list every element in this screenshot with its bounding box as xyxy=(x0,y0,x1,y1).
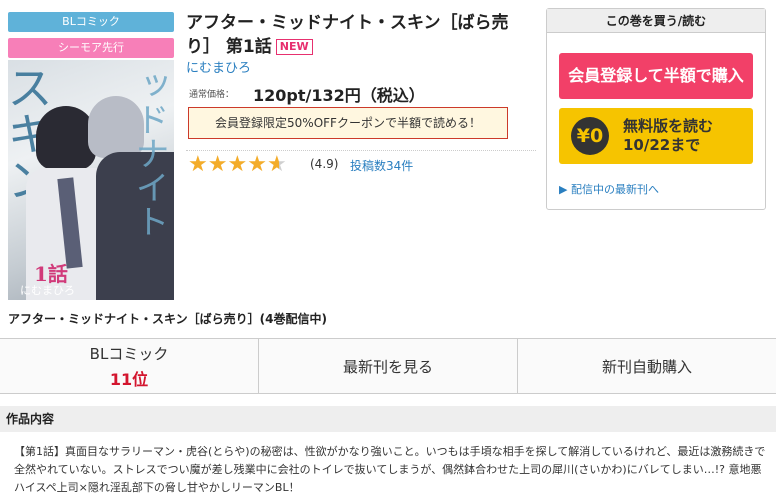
coupon-banner[interactable]: 会員登録限定50%OFFクーポンで半額で読める！ xyxy=(188,107,508,139)
product-title: アフター・ミッドナイト・スキン［ばら売り］ 第1話 NEW xyxy=(186,11,536,59)
latest-label: 最新刊を見る xyxy=(342,357,433,376)
price-label: 通常価格： xyxy=(189,90,235,100)
rating-value: (4.9) xyxy=(310,157,339,171)
action-tabs: BLコミック 11位 最新刊を見る 新刊自動購入 xyxy=(0,338,776,394)
star-half-icon: ★ xyxy=(266,152,287,177)
tab-latest[interactable]: 最新刊を見る xyxy=(259,339,518,393)
category-tag[interactable]: BLコミック xyxy=(8,12,174,32)
price-value: 120pt/132円（税込） xyxy=(253,86,425,105)
cover-image[interactable]: スキン アフター・ミッドナイト 1話 にむまひろ xyxy=(8,60,174,300)
ranking-value: 11位 xyxy=(109,369,149,389)
product-title-text: アフター・ミッドナイト・スキン［ばら売り］ 第1話 xyxy=(186,13,509,57)
summary-text: 【第1話】真面目なサラリーマン・虎谷(とらや)の秘密は、性欲がかなり強いこと。い… xyxy=(14,445,766,494)
rating-stars: ★ ★ ★ ★ ★ xyxy=(188,153,300,177)
divider xyxy=(186,150,536,151)
purchase-box-header: この巻を買う/読む xyxy=(547,9,765,33)
star-icon: ★ xyxy=(227,152,248,177)
latest-volume-link[interactable]: ▶ 配信中の最新刊へ xyxy=(559,181,659,197)
star-icon: ★ xyxy=(188,152,208,177)
read-free-label: 無料版を読む xyxy=(623,117,714,135)
read-free-button[interactable]: ¥0 無料版を読む 10/22まで xyxy=(559,108,753,164)
new-badge: NEW xyxy=(275,39,313,55)
register-buy-button[interactable]: 会員登録して半額で購入 xyxy=(559,53,753,99)
tab-auto-buy[interactable]: 新刊自動購入 xyxy=(518,339,776,393)
cover-author: にむまひろ xyxy=(20,284,75,297)
tab-ranking[interactable]: BLコミック 11位 xyxy=(0,339,259,393)
auto-buy-label: 新刊自動購入 xyxy=(601,357,692,376)
series-title[interactable]: アフター・ミッドナイト・スキン［ばら売り］(4巻配信中) xyxy=(8,310,327,327)
cover-figure-dark-hair xyxy=(36,106,96,170)
ranking-category: BLコミック xyxy=(89,344,169,363)
star-icon: ★ xyxy=(247,152,267,177)
yen-zero-icon: ¥0 xyxy=(571,117,609,155)
star-icon: ★ xyxy=(207,152,228,177)
campaign-tag: シーモア先行 xyxy=(8,38,174,58)
read-free-deadline: 10/22まで xyxy=(623,136,701,154)
cover-title-art-vertical: アフター・ミッドナイト xyxy=(129,68,169,238)
reviews-link[interactable]: 投稿数34件 xyxy=(350,157,413,174)
purchase-box: この巻を買う/読む 会員登録して半額で購入 ¥0 無料版を読む 10/22まで … xyxy=(546,8,766,210)
summary-heading: 作品内容 xyxy=(0,406,776,432)
author-link[interactable]: にむまひろ xyxy=(186,57,251,76)
read-free-text: 無料版を読む 10/22まで xyxy=(623,117,713,155)
